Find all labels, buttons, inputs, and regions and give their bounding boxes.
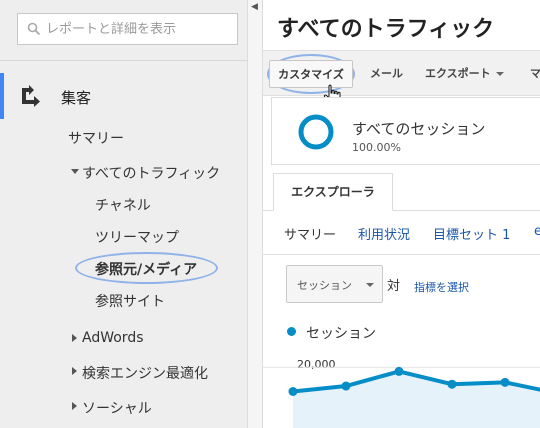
acquisition-icon <box>22 85 40 107</box>
sidebar-item-referrals[interactable]: 参照サイト <box>95 291 165 311</box>
sessions-chart <box>263 366 540 428</box>
segment-donut-icon <box>298 114 334 150</box>
sidebar: 集客 サマリー すべてのトラフィック チャネル ツリーマップ 参照元/メディア … <box>0 0 254 428</box>
pick-metric-link[interactable]: 指標を選択 <box>414 279 469 295</box>
active-indicator <box>0 73 4 119</box>
search-input[interactable] <box>46 19 231 39</box>
search-icon <box>27 22 41 36</box>
sidebar-item-all-traffic[interactable]: すべてのトラフィック <box>82 163 220 183</box>
sidebar-section-acquisition[interactable]: 集客 <box>61 87 91 108</box>
sidebar-item-treemap[interactable]: ツリーマップ <box>95 227 179 247</box>
legend-dot <box>287 327 296 336</box>
export-button[interactable]: エクスポート <box>425 60 504 88</box>
segment-percent: 100.00% <box>352 141 401 154</box>
divider <box>263 254 540 255</box>
expand-right-icon <box>72 402 77 410</box>
main-content: すべてのトラフィック カスタマイズ メール エクスポート マ すべてのセッション… <box>263 0 540 428</box>
divider <box>0 60 247 61</box>
page-title: すべてのトラフィック <box>277 17 495 42</box>
data-point[interactable] <box>341 381 351 391</box>
expand-right-icon <box>72 334 77 342</box>
segment-name: すべてのセッション <box>352 120 486 138</box>
sidebar-item-source-medium[interactable]: 参照元/メディア <box>95 259 197 279</box>
tab-explorer[interactable]: エクスプローラ <box>273 173 393 211</box>
subnav-more[interactable]: e <box>534 224 540 239</box>
metric-select[interactable]: セッション <box>286 265 383 303</box>
email-button[interactable]: メール <box>370 60 403 88</box>
segment-card[interactable]: すべてのセッション 100.00% <box>271 97 540 165</box>
data-point[interactable] <box>500 377 510 387</box>
data-point[interactable] <box>447 379 457 389</box>
sidebar-item-adwords[interactable]: AdWords <box>82 330 144 346</box>
metric-select-value: セッション <box>297 279 352 292</box>
sidebar-item-seo[interactable]: 検索エンジン最適化 <box>82 363 208 383</box>
expand-down-icon <box>71 169 79 174</box>
export-label: エクスポート <box>425 67 491 80</box>
vs-label: 対 <box>387 279 401 294</box>
more-button[interactable]: マ <box>530 60 540 88</box>
toolbar: カスタマイズ メール エクスポート マ <box>263 50 540 96</box>
sidebar-item-summary[interactable]: サマリー <box>68 128 124 148</box>
subnav-summary[interactable]: サマリー <box>284 224 336 243</box>
chevron-left-icon: ◀ <box>251 2 258 12</box>
sidebar-collapse-handle[interactable]: ◀ <box>247 0 263 428</box>
sidebar-item-social[interactable]: ソーシャル <box>82 398 152 418</box>
sidebar-item-channels[interactable]: チャネル <box>95 195 151 215</box>
subnav-goal-set[interactable]: 目標セット 1 <box>433 224 510 243</box>
expand-right-icon <box>72 367 77 375</box>
data-point[interactable] <box>288 387 298 396</box>
subnav-usage[interactable]: 利用状況 <box>358 224 410 243</box>
chevron-down-icon <box>366 283 374 287</box>
chevron-down-icon <box>495 72 504 76</box>
data-point[interactable] <box>394 366 404 376</box>
search-box[interactable] <box>17 13 238 45</box>
legend-label: セッション <box>306 326 376 342</box>
